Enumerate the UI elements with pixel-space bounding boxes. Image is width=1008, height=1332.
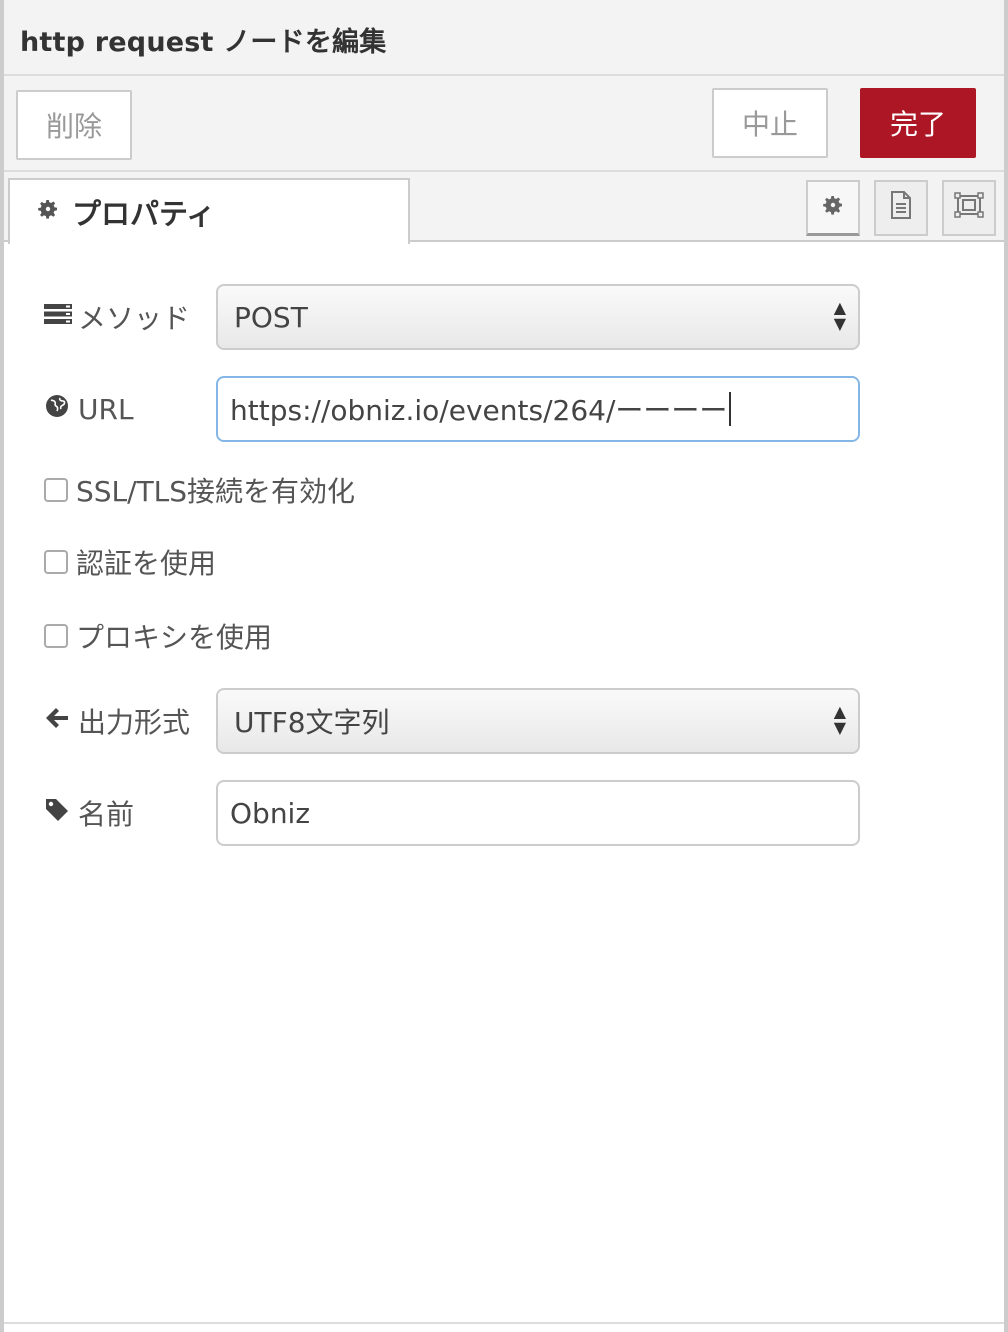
proxy-label: プロキシを使用: [76, 621, 273, 654]
ssl-label: SSL/TLS接続を有効化: [76, 475, 356, 508]
done-button[interactable]: 完了: [860, 88, 976, 158]
arrow-left-icon: [44, 707, 70, 735]
name-label: 名前: [44, 793, 134, 833]
settings-tab-button[interactable]: [806, 180, 860, 236]
list-icon: [44, 303, 72, 331]
auth-row: 認証を使用: [44, 542, 216, 582]
document-icon: [889, 191, 913, 225]
tray-footer-divider: [4, 1322, 1004, 1324]
url-input-value: https://obniz.io/events/264/ーーーー: [230, 394, 728, 427]
output-label: 出力形式: [44, 701, 190, 741]
select-arrows-icon: ▲ ▼: [833, 702, 846, 737]
description-tab-button[interactable]: [874, 180, 928, 236]
cancel-button[interactable]: 中止: [712, 88, 828, 158]
proxy-row: プロキシを使用: [44, 616, 272, 656]
tray-toolbar: 削除 中止 完了: [4, 76, 1004, 172]
url-label: URL: [44, 393, 134, 426]
name-row: 名前: [44, 780, 134, 846]
tag-icon: [44, 798, 70, 828]
frame-icon: [954, 192, 984, 224]
output-select[interactable]: UTF8文字列 ▲ ▼: [216, 688, 860, 754]
method-select[interactable]: POST ▲ ▼: [216, 284, 860, 350]
edit-tray: http request ノードを編集 削除 中止 完了 プロパティ メソッド …: [0, 0, 1008, 1332]
tab-bar: プロパティ: [4, 172, 1004, 244]
name-label-text: 名前: [78, 798, 135, 831]
url-input[interactable]: https://obniz.io/events/264/ーーーー: [216, 376, 860, 442]
url-label-text: URL: [78, 392, 134, 426]
appearance-tab-button[interactable]: [942, 180, 996, 236]
auth-label: 認証を使用: [76, 547, 217, 580]
select-arrows-icon: ▲ ▼: [833, 298, 846, 333]
method-label: メソッド: [44, 297, 190, 337]
output-row: 出力形式: [44, 688, 190, 754]
dialog-title: http request ノードを編集: [20, 27, 387, 58]
method-select-value: POST: [234, 300, 308, 334]
tray-header: http request ノードを編集: [4, 0, 1004, 76]
method-label-text: メソッド: [78, 302, 191, 335]
name-input[interactable]: Obniz: [216, 780, 860, 846]
name-input-value: Obniz: [230, 796, 311, 830]
text-caret: [729, 392, 732, 426]
output-label-text: 出力形式: [78, 706, 191, 739]
gear-icon: [821, 193, 845, 223]
tab-properties-label: プロパティ: [72, 197, 216, 231]
gear-icon: [36, 197, 60, 227]
ssl-checkbox[interactable]: [44, 478, 68, 502]
proxy-checkbox[interactable]: [44, 624, 68, 648]
globe-icon: [44, 394, 70, 424]
url-row: URL: [44, 376, 134, 442]
ssl-row: SSL/TLS接続を有効化: [44, 470, 355, 510]
output-select-value: UTF8文字列: [234, 706, 390, 739]
delete-button[interactable]: 削除: [16, 90, 132, 160]
tab-properties[interactable]: プロパティ: [8, 178, 410, 244]
auth-checkbox[interactable]: [44, 550, 68, 574]
